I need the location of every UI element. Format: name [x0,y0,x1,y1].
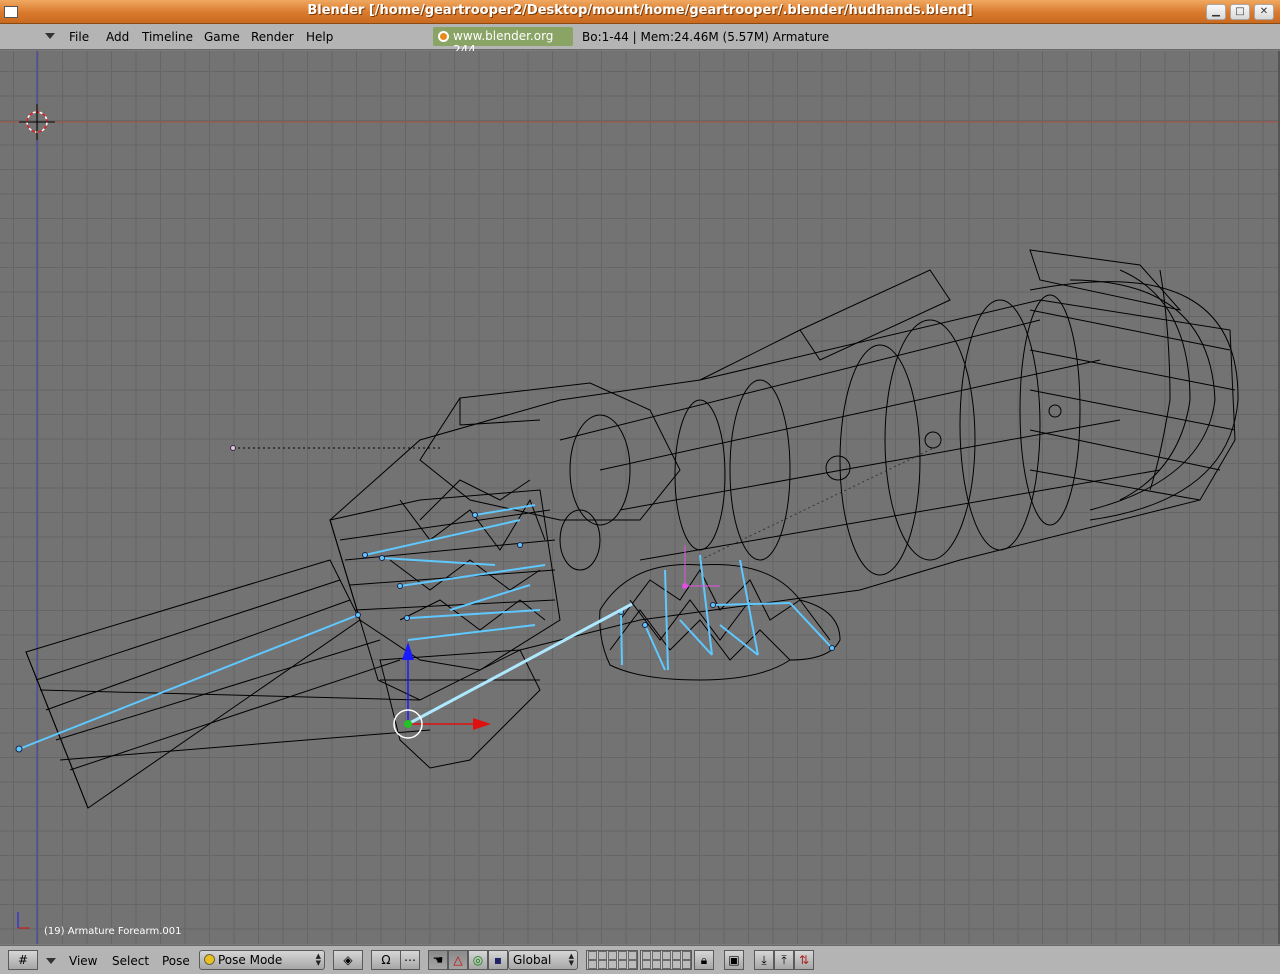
x-arrow-icon[interactable] [473,718,491,730]
lock-layers-button[interactable]: 🔒︎ [694,950,714,970]
viewport-type-button[interactable]: # [8,950,38,970]
maximize-button[interactable]: □ [1230,4,1250,20]
3d-cursor-icon[interactable] [19,104,55,140]
menu-select[interactable]: Select [112,954,149,968]
copy-pose-icon: ⤒ [781,953,787,967]
view-axis-icon [17,912,30,929]
ik-line [699,444,941,561]
render-icon: ▣ [728,953,740,967]
minimize-button[interactable]: ▁ [1206,4,1226,20]
square-icon: ▪ [493,953,503,967]
y-axis-dot[interactable] [404,720,412,728]
bone[interactable] [381,557,496,566]
hand-icon: ☚ [432,953,444,967]
blender-logo-icon [438,31,449,42]
menu-file[interactable]: File [69,30,89,44]
bone[interactable] [789,602,833,649]
translate-toggle[interactable]: △ [448,950,468,970]
bone[interactable] [407,624,536,641]
z-arrow-icon[interactable] [402,642,414,660]
window-titlebar: Blender [/home/geartrooper2/Desktop/moun… [0,0,1280,24]
triangle-icon: △ [453,953,463,967]
menu-view[interactable]: View [69,954,97,968]
info-header: File Add Timeline Game Render Help www.b… [0,24,1280,57]
bone[interactable] [644,624,666,671]
updown-arrows-icon: ▲ ▼ [568,952,574,967]
close-button[interactable]: ✕ [1254,4,1274,20]
pivot-icon: Ω [381,953,391,967]
bone-forearm[interactable] [18,614,359,750]
3d-viewport[interactable]: (19) Armature Forearm.001 [0,51,1280,944]
render-button[interactable]: ▣ [724,950,744,970]
3d-view-header: # View Select Pose Pose Mode ▲ ▼ ◈ Ω ⋯ ☚ … [0,945,1280,974]
bone[interactable] [399,564,546,587]
snap-button[interactable]: ⋯ [400,950,420,970]
flip-pose-icon: ⇅ [798,953,810,967]
menu-game[interactable]: Game [204,30,240,44]
header-collapse-icon[interactable] [46,958,56,964]
menu-timeline[interactable]: Timeline [142,30,193,44]
scene-info: Bo:1-44 | Mem:24.46M (5.57M) Armature [582,30,830,44]
flip-pose-button[interactable]: ⇅ [794,950,814,970]
paste-pose-icon: ⤓ [761,953,767,967]
ring-icon: ◎ [472,953,484,967]
bone[interactable] [620,611,623,666]
grid-icon: # [17,953,29,967]
menu-add[interactable]: Add [106,30,129,44]
mode-select[interactable]: Pose Mode ▲ ▼ [199,950,325,970]
header-collapse-icon[interactable] [45,33,55,39]
orientation-label: Global [513,953,552,967]
snap-icon: ⋯ [404,953,416,967]
blender-site-link[interactable]: www.blender.org 244 [433,27,573,57]
viewport-status: (19) Armature Forearm.001 [44,926,182,937]
empty-point[interactable] [230,445,236,451]
bone[interactable] [712,602,791,606]
bone[interactable] [679,619,713,656]
mesh-wireframe [25,249,1239,809]
pose-mode-icon [204,954,215,965]
bone[interactable] [449,584,531,611]
mode-label: Pose Mode [218,953,283,967]
copy-pose-button[interactable]: ⤒ [774,950,794,970]
manipulator-toggle[interactable]: ☚ [428,950,448,970]
paste-pose-button[interactable]: ⤓ [754,950,774,970]
transform-manipulator[interactable] [393,642,491,739]
layer-buttons-group-2[interactable] [640,950,692,970]
layer-buttons-group-1[interactable] [586,950,638,970]
lock-icon: 🔒︎ [700,953,708,967]
bone[interactable] [664,569,669,671]
scale-toggle[interactable]: ▪ [488,950,508,970]
menu-help[interactable]: Help [306,30,333,44]
draw-type-button[interactable]: ◈ [333,950,363,970]
orientation-select[interactable]: Global ▲ ▼ [508,950,578,970]
menu-render[interactable]: Render [251,30,294,44]
pivot-button[interactable]: Ω [371,950,401,970]
menu-pose[interactable]: Pose [162,954,190,968]
updown-arrows-icon: ▲ ▼ [315,952,321,967]
bone[interactable] [409,609,541,619]
window-title: Blender [/home/geartrooper2/Desktop/moun… [307,3,973,18]
viewport-canvas[interactable] [0,51,1280,944]
draw-type-icon: ◈ [343,953,353,967]
rotate-toggle[interactable]: ◎ [468,950,488,970]
